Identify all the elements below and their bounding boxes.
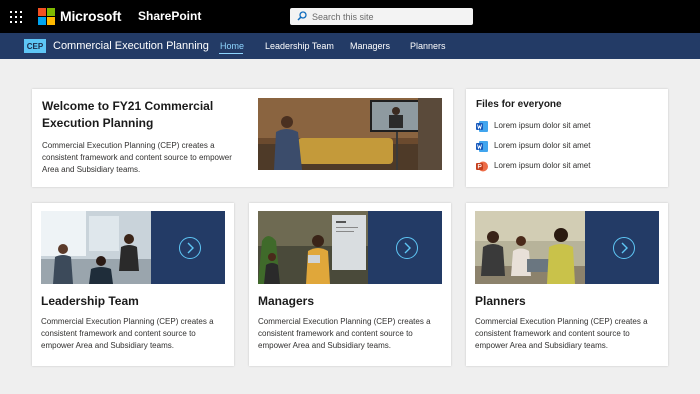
sharepoint-app-name[interactable]: SharePoint: [138, 9, 201, 23]
site-title[interactable]: Commercial Execution Planning: [53, 40, 209, 52]
tile-title[interactable]: Planners: [475, 294, 526, 308]
tile-planners[interactable]: Planners Commercial Execution Planning (…: [466, 203, 668, 366]
waffle-icon[interactable]: [10, 11, 22, 23]
search-icon: [297, 11, 307, 21]
nav-home[interactable]: Home: [220, 41, 244, 51]
file-name[interactable]: Lorem ipsum dolor sit amet: [494, 141, 590, 150]
site-logo-badge[interactable]: CEP: [24, 39, 46, 53]
microsoft-logo: [38, 8, 55, 25]
files-title: Files for everyone: [476, 99, 562, 110]
tile-description: Commercial Execution Planning (CEP) crea…: [475, 317, 648, 350]
powerpoint-icon: [476, 161, 488, 172]
tile-managers[interactable]: Managers Commercial Execution Planning (…: [249, 203, 451, 366]
file-item[interactable]: Lorem ipsum dolor sit amet: [476, 120, 656, 134]
chevron-right-icon[interactable]: [179, 237, 201, 259]
word-icon: [476, 121, 488, 132]
welcome-photo: [258, 98, 442, 170]
tile-photo: [475, 211, 585, 284]
tile-description: Commercial Execution Planning (CEP) crea…: [41, 317, 214, 350]
word-icon: [476, 141, 488, 152]
tile-banner[interactable]: [258, 211, 442, 284]
file-item[interactable]: Lorem ipsum dolor sit amet: [476, 160, 656, 174]
tile-description: Commercial Execution Planning (CEP) crea…: [258, 317, 431, 350]
nav-active-underline: [219, 53, 243, 54]
tile-banner[interactable]: [475, 211, 659, 284]
chevron-right-icon[interactable]: [613, 237, 635, 259]
search-box[interactable]: [290, 8, 473, 25]
tile-photo: [41, 211, 151, 284]
search-input[interactable]: [312, 9, 462, 24]
file-name[interactable]: Lorem ipsum dolor sit amet: [494, 121, 590, 130]
tile-title[interactable]: Leadership Team: [41, 294, 139, 308]
suite-bar: Microsoft SharePoint: [0, 0, 700, 33]
file-item[interactable]: Lorem ipsum dolor sit amet: [476, 140, 656, 154]
site-header: CEP Commercial Execution Planning Home L…: [0, 33, 700, 59]
welcome-description: Commercial Execution Planning (CEP) crea…: [42, 141, 232, 174]
tile-title[interactable]: Managers: [258, 294, 314, 308]
nav-leadership-team[interactable]: Leadership Team: [265, 41, 334, 51]
microsoft-brand[interactable]: Microsoft: [60, 8, 121, 24]
files-card: Files for everyone Lorem ipsum dolor sit…: [466, 89, 668, 187]
chevron-right-icon[interactable]: [396, 237, 418, 259]
welcome-card: Welcome to FY21 Commercial Execution Pla…: [32, 89, 453, 187]
tile-leadership-team[interactable]: Leadership Team Commercial Execution Pla…: [32, 203, 234, 366]
tile-photo: [258, 211, 368, 284]
file-name[interactable]: Lorem ipsum dolor sit amet: [494, 161, 590, 170]
nav-managers[interactable]: Managers: [350, 41, 390, 51]
tile-banner[interactable]: [41, 211, 225, 284]
welcome-title: Welcome to FY21 Commercial Execution Pla…: [42, 99, 214, 130]
nav-planners[interactable]: Planners: [410, 41, 446, 51]
